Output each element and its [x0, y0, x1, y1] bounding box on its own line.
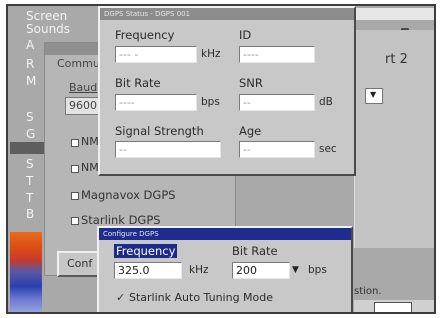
config-window-titlebar: Configure DGPS — [99, 228, 351, 240]
menu-item-letter[interactable]: M — [26, 74, 36, 88]
age-readout: -- — [239, 141, 315, 158]
nm-label-1: NM — [81, 135, 99, 148]
chevron-down-icon[interactable]: ▼ — [292, 265, 299, 275]
port-label: rt 2 — [385, 52, 408, 67]
id-label: ID — [239, 28, 252, 42]
bit-rate-label: Bit Rate — [115, 76, 161, 90]
snr-unit: dB — [319, 96, 333, 108]
nm-label-2: NM — [81, 161, 99, 174]
snr-label: SNR — [239, 76, 263, 90]
status-window-title: DGPS Status - DGPS 001 — [104, 10, 191, 18]
menu-item-letter[interactable]: T — [26, 191, 33, 205]
status-bar — [354, 300, 434, 312]
config-bit-rate-label: Bit Rate — [232, 244, 278, 258]
configure-dgps-window: Configure DGPS Frequency 325.0 kHz Bit R… — [97, 226, 353, 312]
menu-item-letter[interactable]: S — [26, 110, 34, 124]
config-frequency-unit: kHz — [189, 264, 209, 276]
menu-item-letter[interactable]: R — [26, 57, 34, 71]
right-panel: rt 2 ▼ — [354, 30, 434, 248]
comm-panel-title: Commu — [57, 57, 100, 70]
signal-strength-label: Signal Strength — [115, 124, 204, 138]
menu-item-letter[interactable]: B — [26, 207, 34, 221]
port-select[interactable]: ▼ — [365, 88, 383, 104]
signal-strength-readout: -- — [115, 141, 221, 158]
frequency-unit: kHz — [201, 48, 221, 60]
baud-label: Baud — [69, 81, 98, 94]
auto-tuning-label: Starlink Auto Tuning Mode — [129, 291, 274, 304]
chart-thumbnail — [10, 232, 42, 312]
menu-item-letter[interactable]: A — [26, 38, 34, 52]
menu-item-letter[interactable]: G — [26, 127, 35, 141]
id-readout: ---- — [239, 46, 315, 63]
check-icon[interactable]: ✓ — [116, 292, 128, 304]
nm-checkbox-1[interactable] — [71, 139, 79, 147]
menu-item-screen[interactable]: Screen — [26, 9, 67, 23]
nm-checkbox-2[interactable] — [71, 165, 79, 173]
config-window-title: Configure DGPS — [103, 230, 159, 238]
frequency-label: Frequency — [115, 28, 175, 42]
magnavox-dgps-checkbox[interactable] — [71, 192, 79, 200]
config-bit-rate-select[interactable]: 200 — [232, 262, 290, 279]
battery-icon — [374, 302, 412, 312]
frequency-readout: --- - — [115, 46, 197, 63]
config-frequency-label: Frequency — [114, 244, 178, 258]
starlink-dgps-checkbox[interactable] — [71, 217, 79, 225]
config-bit-rate-unit: bps — [308, 264, 327, 276]
menu-item-letter[interactable]: S — [26, 157, 34, 171]
age-label: Age — [239, 124, 262, 138]
config-frequency-input[interactable]: 325.0 — [114, 262, 182, 279]
menu-item-sounds[interactable]: Sounds — [26, 22, 70, 36]
device-screen: Screen Sounds A R M S G S T T B rt 2 ▼ s… — [6, 4, 436, 314]
chevron-down-icon: ▼ — [370, 90, 377, 99]
partial-text: stion. — [354, 286, 382, 297]
bit-rate-readout: ---- — [115, 94, 197, 111]
bit-rate-unit: bps — [201, 96, 220, 108]
snr-readout: -- — [239, 94, 315, 111]
starlink-dgps-label: Starlink DGPS — [81, 213, 161, 227]
menu-selection-bar — [10, 142, 44, 154]
magnavox-dgps-label: Magnavox DGPS — [81, 188, 176, 202]
status-window-titlebar: DGPS Status - DGPS 001 — [100, 8, 354, 20]
dgps-status-window: DGPS Status - DGPS 001 Frequency --- - k… — [98, 6, 356, 176]
menu-item-letter[interactable]: T — [26, 174, 33, 188]
age-unit: sec — [319, 143, 337, 155]
